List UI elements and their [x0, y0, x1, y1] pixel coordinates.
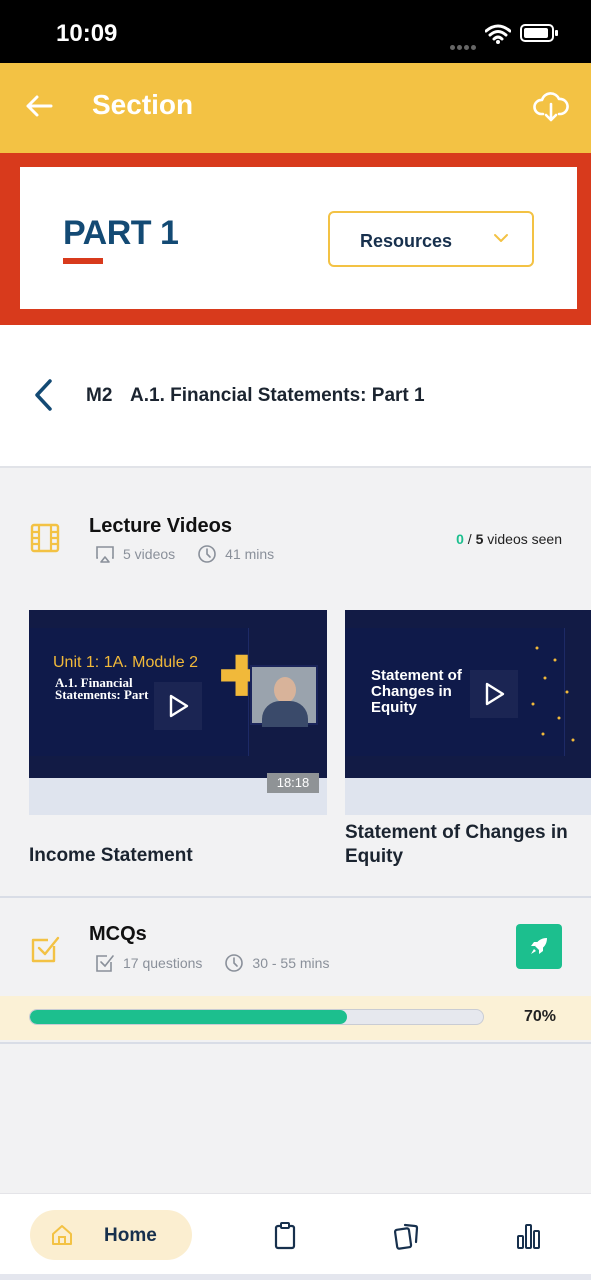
clipboard-icon[interactable] [272, 1222, 298, 1250]
tab-home-label: Home [104, 1225, 157, 1246]
screen-cast-icon [96, 546, 114, 563]
rocket-icon [531, 938, 547, 954]
lecture-meta: 5 videos 41 mins [95, 543, 274, 565]
mcq-section: MCQs 17 questions 30 - 55 mins 70% [0, 898, 591, 1044]
resources-dropdown[interactable]: Resources [328, 211, 534, 267]
arrow-left-icon[interactable] [24, 91, 54, 121]
thumb-title-line-3: Equity [371, 699, 417, 716]
bottom-tab-bar: Home [0, 1193, 591, 1280]
resources-label: Resources [360, 231, 453, 251]
thumb-heading: Unit 1: 1A. Module 2 [53, 654, 198, 671]
progress-fill [30, 1010, 348, 1024]
video-count: 5 videos [123, 546, 176, 562]
dots-decoration [531, 646, 575, 742]
video-title-line-1: Statement of Changes in [345, 822, 568, 843]
clock-icon [198, 545, 216, 563]
video-title[interactable]: Income Statement [29, 844, 193, 868]
progress-label: 70% [524, 1008, 557, 1025]
play-icon [169, 694, 189, 718]
start-mcq-button[interactable] [516, 924, 562, 969]
progress-track [29, 1009, 484, 1025]
part-title: PART 1 [63, 214, 179, 252]
video-card-income-statement[interactable]: Unit 1: 1A. Module 2 A.1. Financial Stat… [29, 610, 327, 815]
status-time: 10:09 [56, 20, 118, 47]
part-highlight-frame: PART 1 Resources [0, 153, 591, 325]
cloud-download-icon[interactable] [533, 88, 569, 124]
thumb-title-line-2: Changes in [371, 683, 452, 700]
module-bar: M2 A.1. Financial Statements: Part 1 [0, 325, 591, 468]
tab-home[interactable]: Home [30, 1210, 192, 1260]
mcq-progress: 70% [0, 996, 591, 1040]
seen-suffix: videos seen [483, 531, 562, 547]
app-header: Section [0, 63, 591, 153]
battery-icon [520, 24, 558, 42]
video-title-line-2: Equity [345, 846, 404, 867]
mcq-meta: 17 questions 30 - 55 mins [95, 952, 329, 974]
status-bar: 10:09 [0, 0, 591, 63]
chevron-down-icon [494, 234, 508, 242]
module-code: M2 [86, 385, 113, 406]
module-title: A.1. Financial Statements: Part 1 [130, 385, 425, 406]
video-card-changes-in-equity[interactable]: Statement of Changes in Equity [345, 610, 591, 815]
question-check-icon [96, 955, 114, 972]
clock-icon [225, 954, 244, 972]
cards-icon[interactable] [393, 1222, 419, 1250]
seen-count: 0 [456, 531, 464, 547]
thumb-subtitle-line-2: Statements: Part [55, 687, 149, 702]
page-title: Section [92, 89, 194, 120]
wifi-icon [485, 24, 511, 44]
home-indicator [0, 1274, 591, 1280]
home-icon [52, 1225, 72, 1245]
part-card: PART 1 Resources [20, 167, 577, 309]
signal-icon [450, 37, 480, 50]
video-title[interactable]: Statement of Changes in Equity [345, 821, 568, 869]
videos-seen: 0 / 5 videos seen [456, 531, 562, 547]
play-button[interactable] [154, 682, 202, 730]
video-duration: 18:18 [267, 773, 319, 793]
mcq-title: MCQs [89, 923, 147, 945]
video-thumbnail: Unit 1: 1A. Module 2 A.1. Financial Stat… [29, 610, 327, 778]
thumb-title-line-1: Statement of [371, 667, 462, 684]
presenter-image [250, 665, 318, 727]
bar-chart-icon[interactable] [516, 1222, 542, 1250]
part-underline [63, 258, 103, 264]
film-icon [30, 523, 60, 553]
play-button[interactable] [470, 670, 518, 718]
play-icon [485, 682, 505, 706]
mcq-duration: 30 - 55 mins [252, 955, 330, 971]
lecture-videos-section: Lecture Videos 5 videos 41 mins 0 / 5 vi… [0, 470, 591, 898]
checkbox-icon [31, 936, 60, 963]
lecture-videos-title: Lecture Videos [89, 515, 233, 537]
chevron-left-icon[interactable] [32, 377, 54, 413]
video-thumbnail: Statement of Changes in Equity [345, 610, 591, 778]
question-count: 17 questions [123, 955, 203, 971]
lecture-duration: 41 mins [225, 546, 275, 562]
